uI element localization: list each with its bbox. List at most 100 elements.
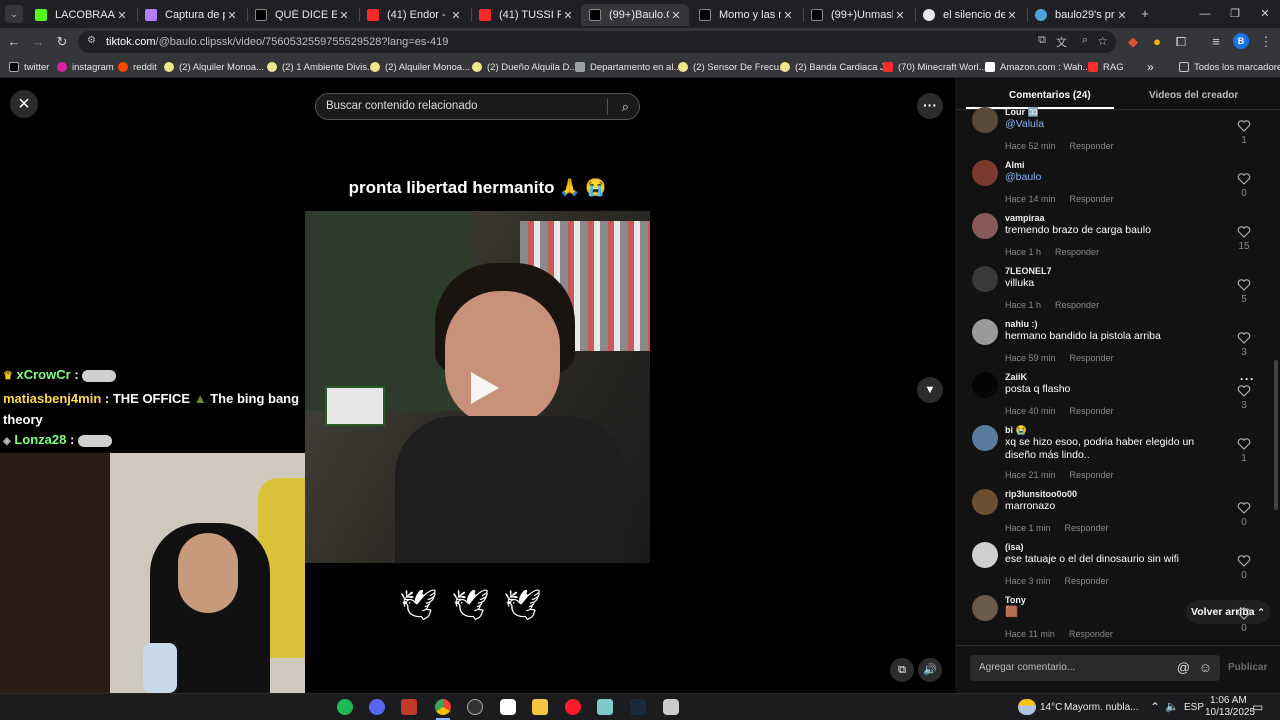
opera-icon[interactable] xyxy=(565,699,581,715)
reply-button[interactable]: Responder xyxy=(1065,523,1109,533)
bookmark-item[interactable]: (70) Minecraft Worl... xyxy=(883,59,987,75)
close-icon[interactable]: ✕ xyxy=(1115,9,1129,22)
comment-username[interactable]: nahiu :) xyxy=(1005,319,1038,329)
tab-1[interactable]: Captura de panta✕ xyxy=(137,4,245,26)
reload-icon[interactable]: ↻ xyxy=(53,33,71,51)
bookmark-item[interactable]: (2) 1 Ambiente Divis... xyxy=(267,59,375,75)
weather-description[interactable]: Mayorm. nubla... xyxy=(1064,702,1138,713)
close-icon[interactable]: ✕ xyxy=(449,9,463,22)
more-options-icon[interactable]: ··· xyxy=(917,93,943,119)
extensions-puzzle-icon[interactable]: ⧠ xyxy=(1172,33,1190,51)
language-indicator[interactable]: ESP xyxy=(1184,702,1204,713)
tab-3[interactable]: (41) Endor - Pum✕ xyxy=(359,4,469,26)
tab-7[interactable]: (99+)Unmasking✕ xyxy=(803,4,913,26)
close-video-button[interactable]: × xyxy=(10,90,38,118)
app-icon[interactable] xyxy=(597,699,613,715)
forward-icon[interactable]: → xyxy=(29,33,47,51)
pip-icon[interactable]: ⧉ xyxy=(890,658,914,682)
reply-button[interactable]: Responder xyxy=(1070,194,1114,204)
heart-icon[interactable] xyxy=(1237,225,1251,239)
close-icon[interactable]: ✕ xyxy=(1005,9,1019,22)
back-icon[interactable]: ← xyxy=(5,33,23,51)
file-explorer-icon[interactable] xyxy=(532,699,548,715)
add-comment-input[interactable]: Agregar comentario... @ ☺ xyxy=(970,655,1220,681)
clock-time[interactable]: 1:06 AM xyxy=(1210,695,1247,706)
heart-icon[interactable] xyxy=(1237,437,1251,451)
reply-button[interactable]: Responder xyxy=(1069,629,1113,639)
new-tab-icon[interactable]: + xyxy=(1136,5,1154,23)
chrome-icon[interactable] xyxy=(435,699,451,715)
extension-icon[interactable]: ● xyxy=(1148,33,1166,51)
all-bookmarks[interactable]: Todos los marcadores xyxy=(1179,59,1280,75)
tab-8[interactable]: el silencio de los✕ xyxy=(915,4,1025,26)
heart-icon[interactable] xyxy=(1237,384,1251,398)
comment-username[interactable]: Lour 🈁 xyxy=(1005,107,1039,118)
heart-icon[interactable] xyxy=(1237,607,1251,621)
close-icon[interactable]: ✕ xyxy=(893,9,907,22)
shield-icon[interactable] xyxy=(663,699,679,715)
bookmark-item[interactable]: Departamento en al... xyxy=(575,59,681,75)
minimize-icon[interactable]: — xyxy=(1196,5,1214,23)
heart-icon[interactable] xyxy=(1237,331,1251,345)
volume-icon[interactable]: 🔊 xyxy=(918,658,942,682)
weather-temp[interactable]: 14°C xyxy=(1040,702,1062,713)
close-icon[interactable]: ✕ xyxy=(115,9,129,22)
comment-username[interactable]: Almi xyxy=(1005,160,1025,170)
comment-username[interactable]: bi 😭 xyxy=(1005,425,1027,436)
bookmark-item[interactable]: (2) Alquiler Monoa... xyxy=(164,59,264,75)
close-icon[interactable]: ✕ xyxy=(781,9,795,22)
extension-icon[interactable]: ◆ xyxy=(1124,33,1142,51)
reply-button[interactable]: Responder xyxy=(1070,353,1114,363)
avatar[interactable] xyxy=(972,542,998,568)
emoji-icon[interactable]: ☺ xyxy=(1199,655,1212,681)
bookmark-item[interactable]: instagram xyxy=(57,59,114,75)
comment-username[interactable]: 7LEONEL7 xyxy=(1005,266,1052,276)
weather-icon[interactable] xyxy=(1018,699,1036,715)
bookmarks-overflow-icon[interactable]: » xyxy=(1147,59,1154,75)
avatar[interactable] xyxy=(972,107,998,133)
bookmark-item[interactable]: (2) Banda Cardiaca J... xyxy=(780,59,893,75)
avatar[interactable] xyxy=(972,595,998,621)
bookmark-item[interactable]: RAG xyxy=(1088,59,1124,75)
reply-button[interactable]: Responder xyxy=(1055,300,1099,310)
voicemeeter-icon[interactable] xyxy=(401,699,417,715)
heart-icon[interactable] xyxy=(1237,119,1251,133)
tab-0[interactable]: LACOBRAAA Stre✕ xyxy=(27,4,135,26)
search-icon[interactable]: ⌕ xyxy=(622,94,629,119)
heart-icon[interactable] xyxy=(1237,278,1251,292)
notifications-icon[interactable]: ▭ xyxy=(1252,700,1263,714)
close-window-icon[interactable]: ✕ xyxy=(1256,5,1274,23)
publish-button[interactable]: Publicar xyxy=(1228,662,1267,673)
speaker-icon[interactable]: 🔈 xyxy=(1165,700,1179,713)
steam-icon[interactable] xyxy=(630,699,646,715)
avatar[interactable] xyxy=(972,425,998,451)
url-bar[interactable]: ⚙ tiktok.com/@baulo.clipssk/video/756053… xyxy=(78,31,1116,53)
obs-icon[interactable] xyxy=(467,699,483,715)
avatar[interactable] xyxy=(972,489,998,515)
comment-username[interactable]: Tony xyxy=(1005,595,1026,605)
reply-button[interactable]: Responder xyxy=(1070,406,1114,416)
install-icon[interactable]: ⧉ xyxy=(1038,34,1046,47)
comment-username[interactable]: vampiraa xyxy=(1005,213,1045,223)
bookmark-item[interactable]: (2) Sensor De Frecu... xyxy=(678,59,787,75)
next-video-chevron-down-icon[interactable]: ▼ xyxy=(917,377,943,403)
discord-icon[interactable] xyxy=(369,699,385,715)
reply-button[interactable]: Responder xyxy=(1070,141,1114,151)
close-icon[interactable]: ✕ xyxy=(337,9,351,22)
panel-scrollbar[interactable] xyxy=(1274,360,1278,510)
tab-search-button[interactable]: ⌄ xyxy=(5,5,23,23)
capcut-icon[interactable] xyxy=(500,699,516,715)
bookmark-star-icon[interactable]: ☆ xyxy=(1097,34,1108,48)
menu-icon[interactable]: ⋮ xyxy=(1257,33,1275,51)
reply-button[interactable]: Responder xyxy=(1065,576,1109,586)
close-icon[interactable]: ✕ xyxy=(225,9,239,22)
bookmark-item[interactable]: (2) Dueño Alquila D... xyxy=(472,59,577,75)
tab-4[interactable]: (41) TUSSI PA TO✕ xyxy=(471,4,581,26)
comment-username[interactable]: rip3lunsitoo0o00 xyxy=(1005,489,1077,499)
mention-icon[interactable]: @ xyxy=(1177,655,1190,681)
spotify-icon[interactable] xyxy=(337,699,353,715)
bookmark-item[interactable]: (2) Alquiler Monoa... xyxy=(370,59,470,75)
restore-icon[interactable]: ❐ xyxy=(1226,5,1244,23)
tab-5-active[interactable]: (99+)Baulo.CLIPS✕ xyxy=(581,4,689,26)
play-icon[interactable] xyxy=(463,368,503,408)
